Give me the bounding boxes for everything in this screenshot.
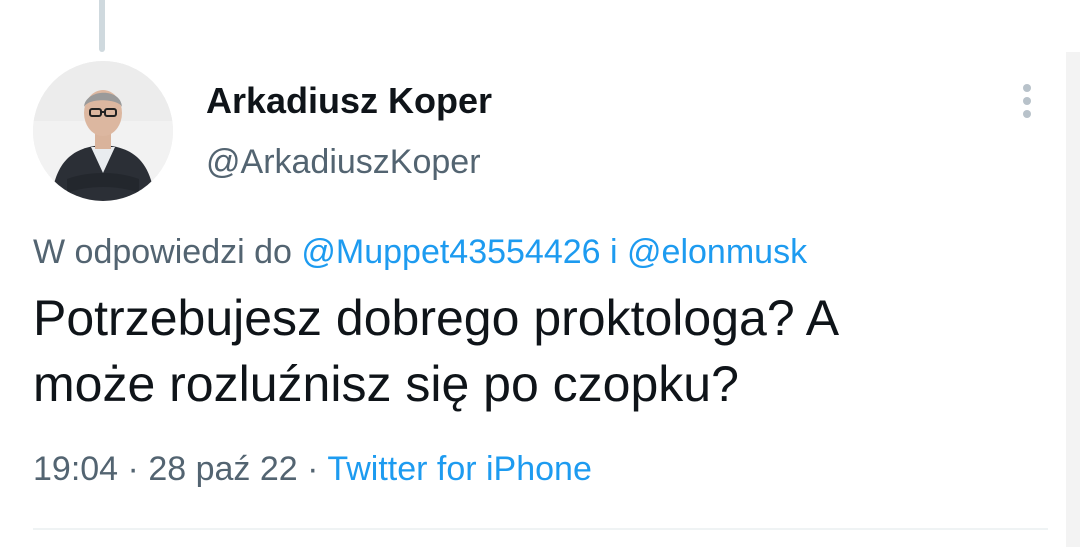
avatar-photo: [33, 61, 173, 201]
tweet-meta: 19:04 · 28 paź 22 · Twitter for iPhone: [33, 450, 592, 489]
author-handle[interactable]: @ArkadiuszKoper: [206, 143, 481, 182]
more-vertical-icon[interactable]: [1016, 84, 1038, 124]
meta-separator: ·: [127, 450, 139, 488]
tweet-text-line-1: Potrzebujesz dobrego proktologa? A: [33, 290, 840, 346]
tweet-date[interactable]: 28 paź 22: [148, 450, 297, 488]
meta-separator: ·: [307, 450, 319, 488]
reply-joiner: i: [610, 233, 618, 271]
tweet-detail-view: Arkadiusz Koper @ArkadiuszKoper W odpowi…: [0, 0, 1080, 547]
tweet-text: Potrzebujesz dobrego proktologa? A może …: [33, 285, 1023, 417]
reply-mention-elonmusk[interactable]: @elonmusk: [627, 233, 807, 271]
author-name[interactable]: Arkadiusz Koper: [206, 80, 492, 122]
tweet-source-link[interactable]: Twitter for iPhone: [327, 450, 592, 488]
avatar[interactable]: [33, 61, 173, 201]
tweet-time[interactable]: 19:04: [33, 450, 118, 488]
reply-mention-muppet[interactable]: @Muppet43554426: [301, 233, 600, 271]
scrollbar-track[interactable]: [1066, 52, 1080, 547]
thread-connector-line: [99, 0, 105, 52]
divider: [33, 528, 1048, 530]
reply-prefix: W odpowiedzi do: [33, 233, 292, 271]
reply-context: W odpowiedzi do @Muppet43554426 i @elonm…: [33, 233, 807, 272]
tweet-text-line-2: może rozluźnisz się po czopku?: [33, 356, 739, 412]
